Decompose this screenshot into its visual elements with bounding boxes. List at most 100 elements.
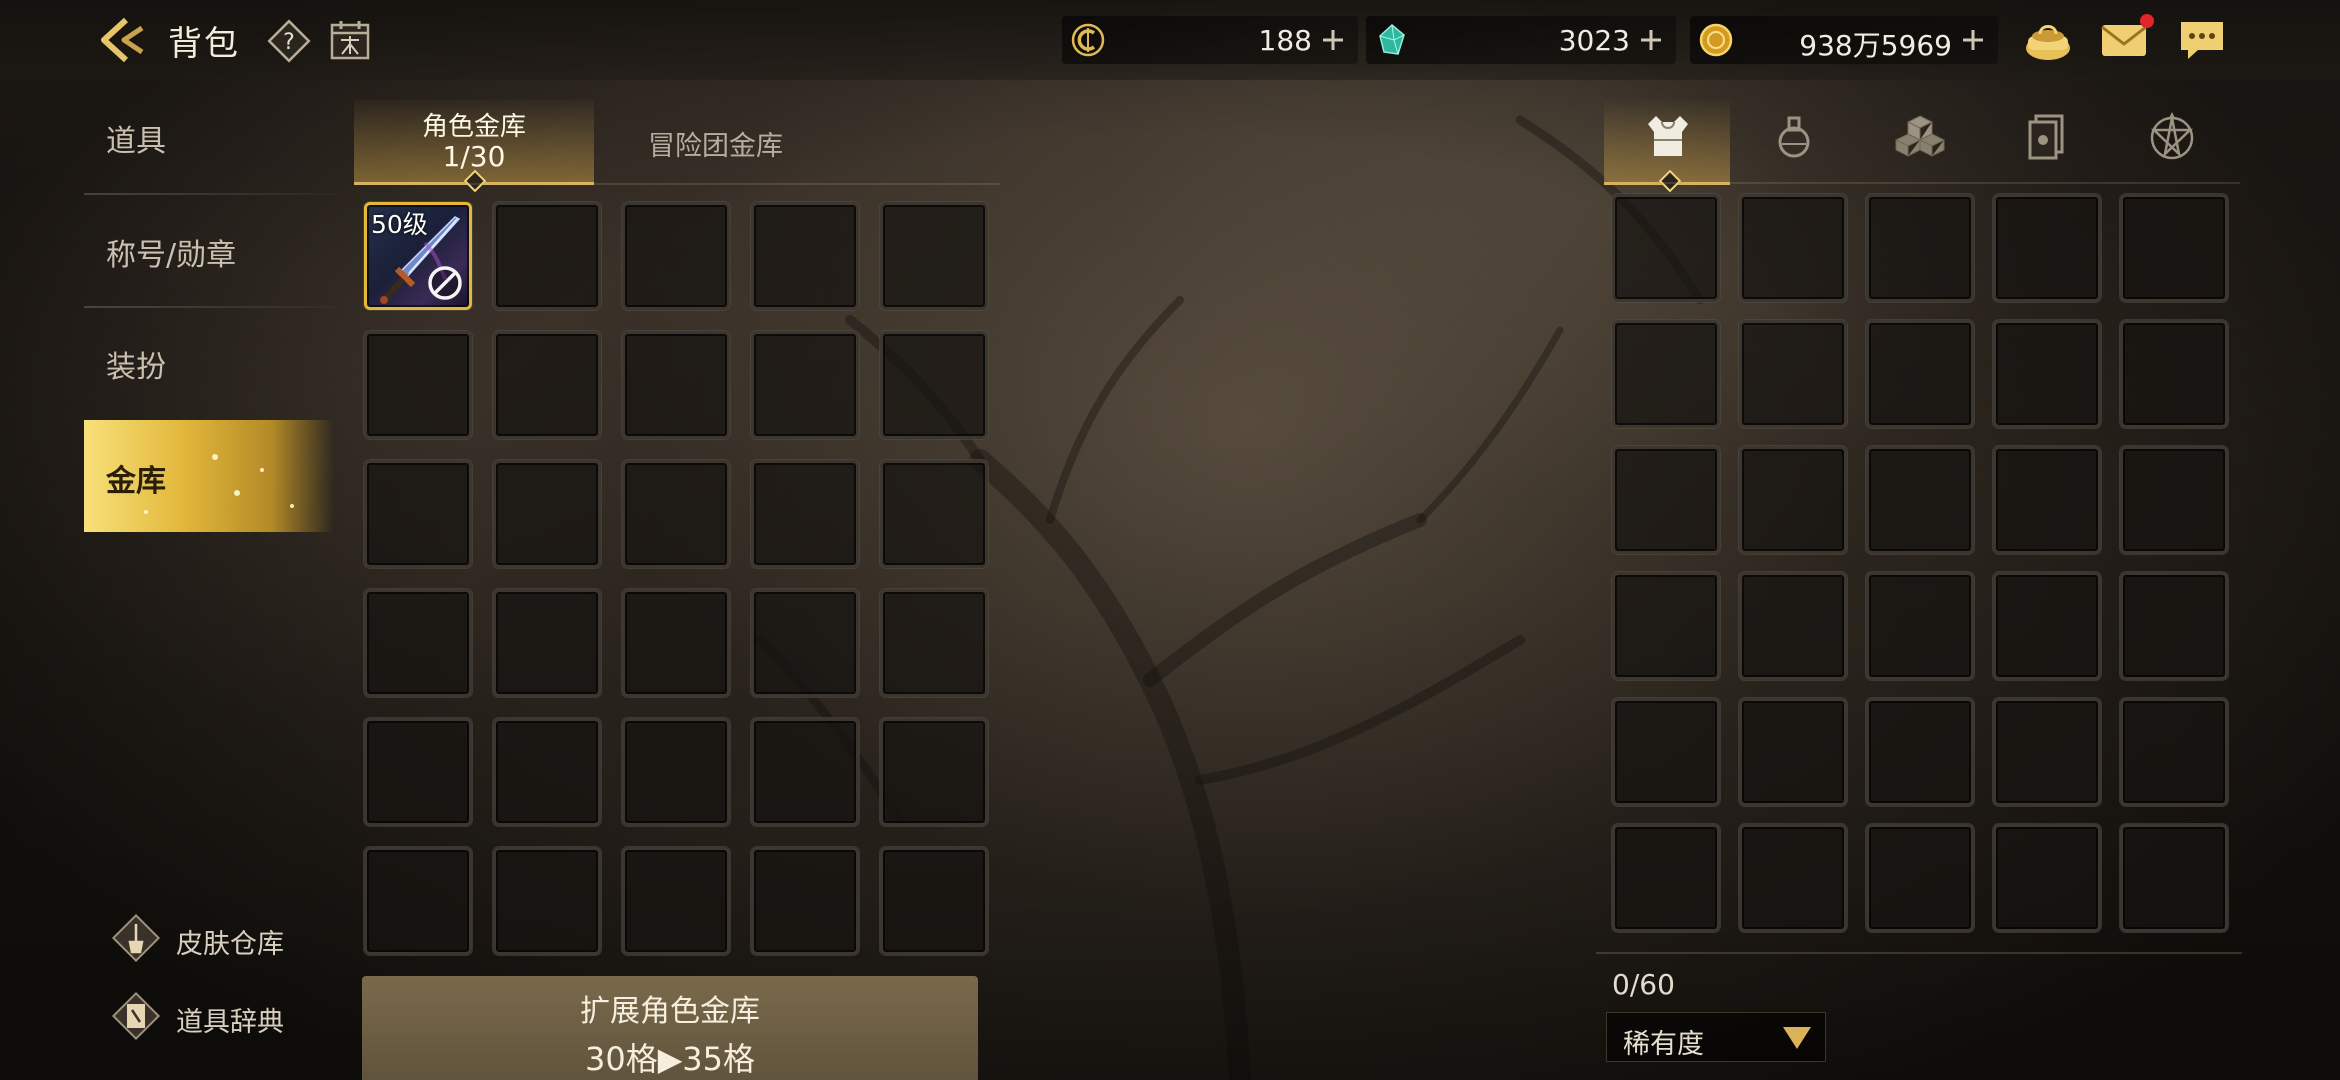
inventory-slot[interactable]: [2120, 572, 2228, 680]
vault-slot[interactable]: [622, 331, 730, 439]
vault-slot-item[interactable]: 50级: [364, 202, 472, 310]
book-icon: [111, 991, 161, 1041]
inventory-slot[interactable]: [1612, 320, 1720, 428]
inventory-slot[interactable]: [1739, 320, 1847, 428]
sidebar-item-label: 金库: [106, 464, 166, 499]
expand-title: 扩展角色金库: [580, 994, 760, 1029]
vault-slot[interactable]: [880, 460, 988, 568]
money-pouch-button[interactable]: [2022, 16, 2074, 64]
sidebar-item-titles-medals[interactable]: 称号/勋章: [84, 194, 334, 306]
back-button[interactable]: [96, 14, 152, 66]
sidebar-item-costume[interactable]: 装扮: [84, 306, 334, 418]
sparkle: [290, 504, 294, 508]
vault-slot[interactable]: [880, 847, 988, 955]
inventory-slot[interactable]: [1993, 824, 2101, 932]
inventory-slot[interactable]: [1993, 698, 2101, 806]
vault-slot[interactable]: [751, 847, 859, 955]
rarity-sort-dropdown[interactable]: 稀有度: [1606, 1012, 1826, 1062]
expand-vault-button[interactable]: 扩展角色金库 30格▶35格: [362, 976, 978, 1080]
pentagram-icon: [2150, 112, 2194, 160]
vault-slot[interactable]: [751, 202, 859, 310]
tab-label: 冒险团金库: [648, 131, 783, 162]
armor-icon: [1648, 116, 1688, 156]
ban-icon: [428, 266, 462, 300]
vault-slot[interactable]: [364, 718, 472, 826]
inventory-slot[interactable]: [1612, 824, 1720, 932]
inventory-slot[interactable]: [1739, 824, 1847, 932]
inventory-slot[interactable]: [1612, 194, 1720, 302]
inventory-slot[interactable]: [1612, 698, 1720, 806]
chat-button[interactable]: [2176, 16, 2228, 64]
vault-slot[interactable]: [493, 589, 601, 697]
tab-underline: [1604, 182, 2240, 184]
sidebar-item-label: 称号/勋章: [106, 238, 237, 273]
vault-slot[interactable]: [622, 589, 730, 697]
inventory-slot[interactable]: [1739, 194, 1847, 302]
inventory-slot[interactable]: [1866, 194, 1974, 302]
tab-cards[interactable]: [1982, 100, 2108, 182]
vault-slot[interactable]: [622, 718, 730, 826]
inventory-slot[interactable]: [1866, 446, 1974, 554]
vault-slot[interactable]: [364, 847, 472, 955]
vault-slot[interactable]: [493, 202, 601, 310]
inventory-slot[interactable]: [1612, 572, 1720, 680]
tab-special[interactable]: [2108, 100, 2234, 182]
vault-slot[interactable]: [751, 589, 859, 697]
vault-slot[interactable]: [622, 460, 730, 568]
vault-slot[interactable]: [493, 460, 601, 568]
vault-count: 1/30: [442, 140, 506, 173]
tab-adventure-team-vault[interactable]: 冒险团金库: [610, 100, 820, 182]
help-button[interactable]: ?: [266, 18, 312, 64]
calendar-button[interactable]: [328, 18, 372, 62]
inventory-slot[interactable]: [1866, 824, 1974, 932]
dropdown-arrow-icon: [1783, 1027, 1811, 1049]
plus-icon[interactable]: [1318, 25, 1348, 55]
inventory-slot[interactable]: [1739, 572, 1847, 680]
inventory-slot[interactable]: [1739, 446, 1847, 554]
vault-slot[interactable]: [751, 718, 859, 826]
inventory-slot[interactable]: [1993, 572, 2101, 680]
inventory-slot[interactable]: [2120, 698, 2228, 806]
inventory-slot[interactable]: [1866, 572, 1974, 680]
inventory-slot[interactable]: [2120, 446, 2228, 554]
game-screen: 背包 ? 188 3023 938万5969 道具 称号/勋章 装扮 金库 皮肤…: [0, 0, 2340, 1080]
vault-slot[interactable]: [493, 331, 601, 439]
vault-slot[interactable]: [364, 331, 472, 439]
inventory-slot[interactable]: [2120, 194, 2228, 302]
vault-slot[interactable]: [493, 718, 601, 826]
tab-materials[interactable]: [1856, 100, 1982, 182]
inventory-slot[interactable]: [1993, 446, 2101, 554]
vault-slot[interactable]: [364, 460, 472, 568]
inventory-slot[interactable]: [1739, 698, 1847, 806]
plus-icon[interactable]: [1958, 25, 1988, 55]
tab-underline: [354, 183, 1000, 185]
sidebar-item-label: 道具: [106, 124, 166, 159]
vault-slot[interactable]: [880, 202, 988, 310]
expand-detail: 30格▶35格: [584, 1040, 756, 1078]
vault-slot[interactable]: [751, 460, 859, 568]
vault-slot[interactable]: [622, 847, 730, 955]
currency-amount: 938万5969: [1799, 29, 1952, 62]
plus-icon[interactable]: [1636, 25, 1666, 55]
vault-slot[interactable]: [880, 718, 988, 826]
vault-slot[interactable]: [364, 589, 472, 697]
vault-slot[interactable]: [622, 202, 730, 310]
tab-potion[interactable]: [1730, 100, 1856, 182]
inventory-slot[interactable]: [2120, 320, 2228, 428]
inventory-slot[interactable]: [1612, 446, 1720, 554]
vault-slot[interactable]: [751, 331, 859, 439]
vault-slot[interactable]: [493, 847, 601, 955]
inventory-slot[interactable]: [2120, 824, 2228, 932]
sidebar-item-vault[interactable]: 金库: [84, 420, 334, 532]
inventory-slot[interactable]: [1993, 194, 2101, 302]
page-title: 背包: [168, 24, 240, 64]
vault-slot[interactable]: [880, 331, 988, 439]
vault-slot[interactable]: [880, 589, 988, 697]
inventory-slot[interactable]: [1866, 698, 1974, 806]
brush-icon: [111, 913, 161, 963]
currency-gold: 938万5969: [1690, 16, 1998, 64]
inventory-slot[interactable]: [1993, 320, 2101, 428]
inventory-slot[interactable]: [1866, 320, 1974, 428]
calendar-icon: [330, 21, 370, 60]
sidebar-item-items[interactable]: 道具: [84, 80, 334, 192]
